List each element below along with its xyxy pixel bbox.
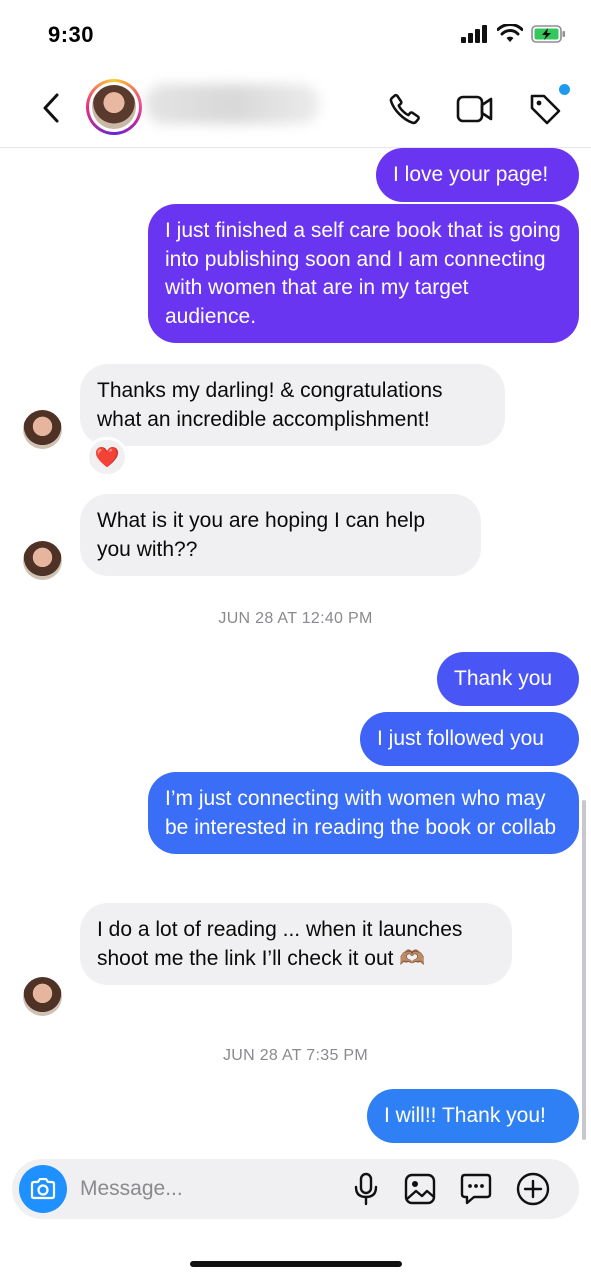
- message-bubble-sent[interactable]: I just followed you: [360, 712, 579, 766]
- plus-circle-icon: [516, 1172, 550, 1206]
- video-camera-icon: [456, 95, 493, 123]
- back-button[interactable]: [36, 90, 66, 126]
- more-options-button[interactable]: [515, 1171, 551, 1207]
- message-composer: [12, 1159, 579, 1219]
- voice-message-button[interactable]: [348, 1171, 384, 1207]
- message-bubble-sent[interactable]: I’m just connecting with women who may b…: [148, 772, 579, 854]
- contact-avatar[interactable]: [86, 79, 142, 135]
- tag-icon: [530, 94, 561, 125]
- home-indicator[interactable]: [190, 1261, 402, 1267]
- status-bar: 9:30: [0, 0, 591, 70]
- camera-icon: [30, 1178, 56, 1200]
- battery-charging-icon: [531, 25, 565, 43]
- sender-avatar[interactable]: [23, 977, 62, 1016]
- chat-bubble-icon: [460, 1173, 492, 1205]
- wifi-icon: [497, 24, 523, 42]
- sender-avatar[interactable]: [23, 410, 62, 449]
- cellular-signal-icon: [461, 25, 487, 43]
- message-bubble-sent[interactable]: I will!! Thank you!: [367, 1089, 579, 1143]
- conversation-header: [0, 70, 591, 148]
- tag-button[interactable]: [526, 84, 570, 128]
- gallery-button[interactable]: [402, 1171, 438, 1207]
- timestamp: JUN 28 AT 7:35 PM: [222, 1047, 368, 1064]
- sender-avatar[interactable]: [23, 541, 62, 580]
- status-time: 9:30: [48, 22, 95, 47]
- scrollbar[interactable]: [582, 800, 586, 1140]
- heart-reaction[interactable]: ❤️: [86, 437, 128, 477]
- heart-icon: ❤️: [94, 446, 120, 469]
- call-button[interactable]: [386, 90, 424, 128]
- chevron-left-icon: [43, 93, 59, 123]
- image-icon: [404, 1173, 436, 1205]
- message-bubble-sent[interactable]: Thank you: [437, 652, 579, 706]
- avatar-photo: [92, 85, 136, 129]
- message-bubble-received[interactable]: What is it you are hoping I can help you…: [80, 494, 481, 576]
- message-bubble-received[interactable]: Thanks my darling! & congratulations wha…: [80, 364, 505, 446]
- message-input[interactable]: [80, 1173, 320, 1205]
- microphone-icon: [354, 1172, 378, 1206]
- message-bubble-sent[interactable]: I love your page!: [376, 148, 579, 202]
- contact-name-blurred[interactable]: [145, 84, 320, 124]
- timestamp: JUN 28 AT 12:40 PM: [218, 610, 373, 627]
- sticker-button[interactable]: [458, 1171, 494, 1207]
- notification-dot: [559, 84, 570, 95]
- camera-button[interactable]: [19, 1165, 67, 1213]
- message-bubble-sent[interactable]: I just finished a self care book that is…: [148, 204, 579, 343]
- video-call-button[interactable]: [456, 90, 494, 128]
- message-bubble-received[interactable]: I do a lot of reading ... when it launch…: [80, 903, 512, 985]
- phone-icon: [389, 93, 420, 125]
- status-icons: [461, 24, 567, 44]
